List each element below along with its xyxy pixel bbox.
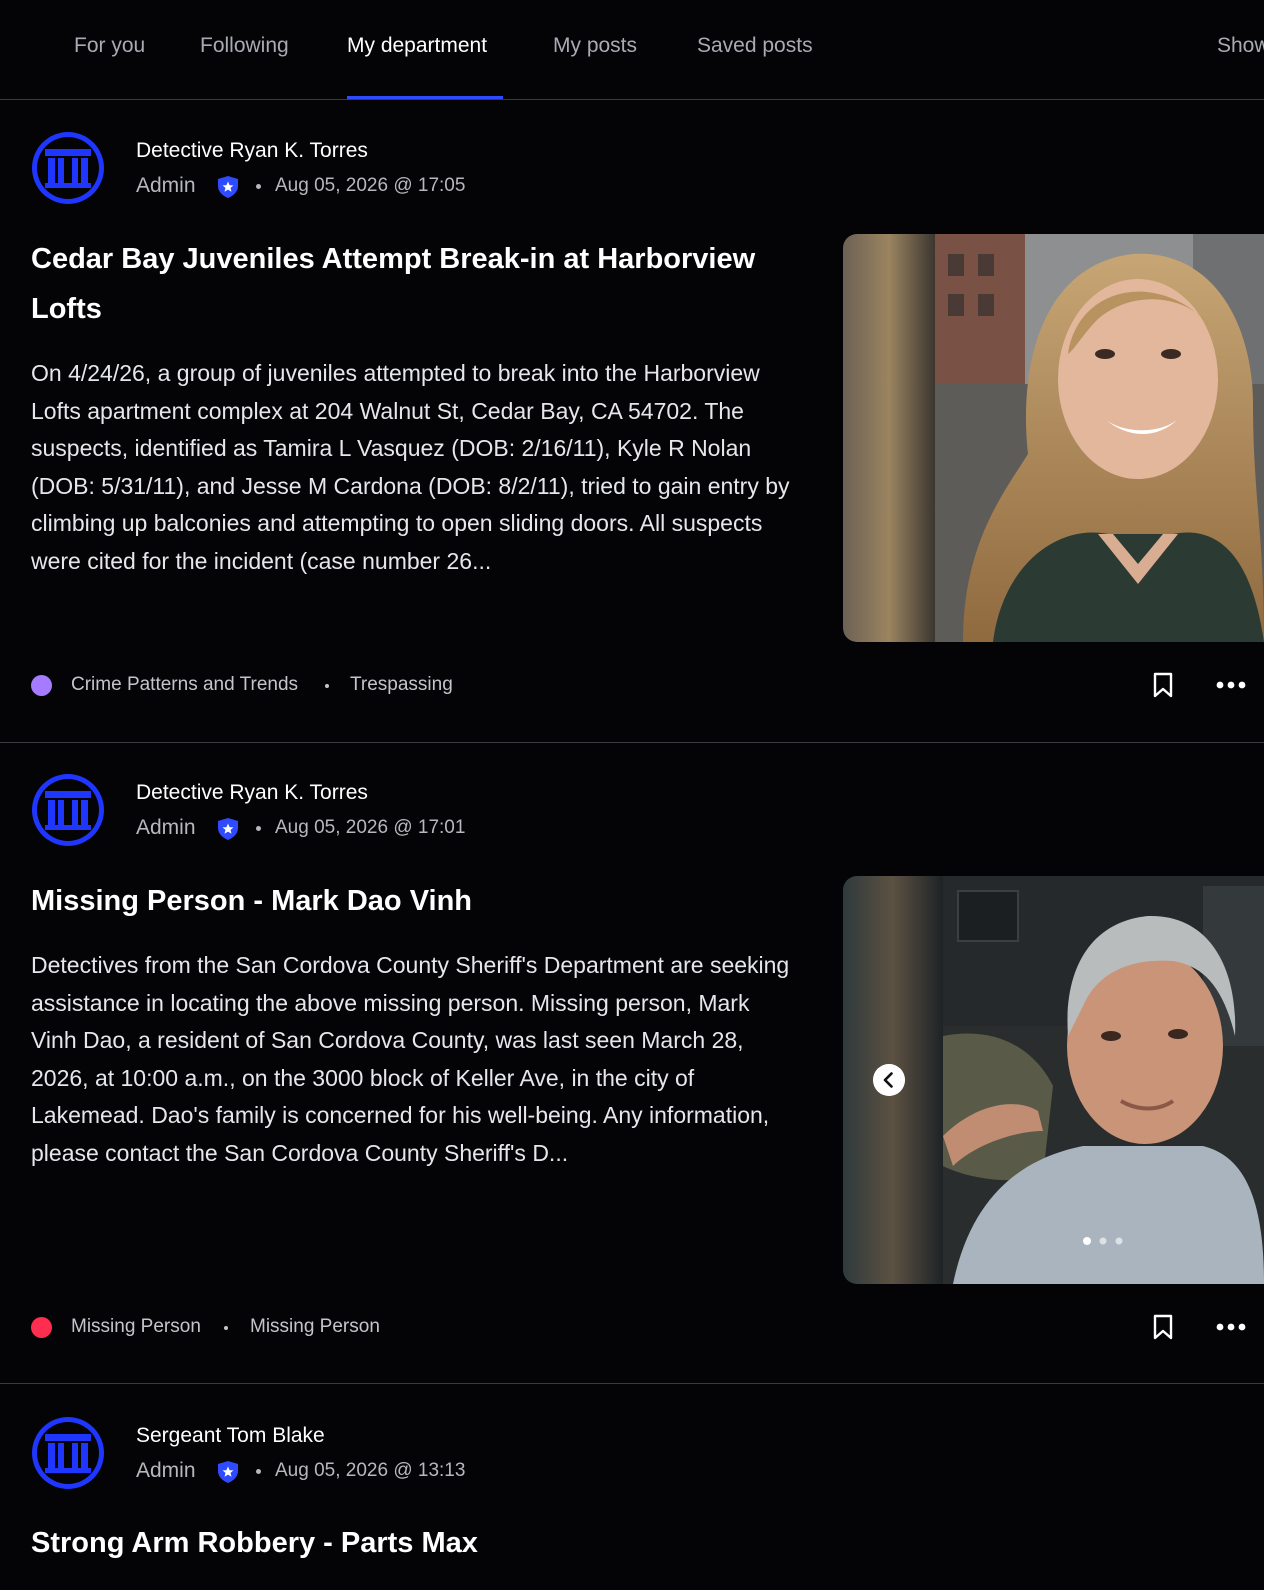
department-logo-icon xyxy=(32,1417,104,1489)
author-name[interactable]: Sergeant Tom Blake xyxy=(136,1424,325,1448)
meta-separator xyxy=(256,1469,261,1474)
post-title[interactable]: Strong Arm Robbery - Parts Max xyxy=(31,1518,791,1568)
author-role: Admin xyxy=(136,1459,196,1482)
post-timestamp: Aug 05, 2026 @ 13:13 xyxy=(275,1460,466,1481)
feed-post: Sergeant Tom Blake Admin Aug 05, 2026 @ … xyxy=(0,0,1264,1590)
verified-shield-icon xyxy=(218,1461,238,1483)
